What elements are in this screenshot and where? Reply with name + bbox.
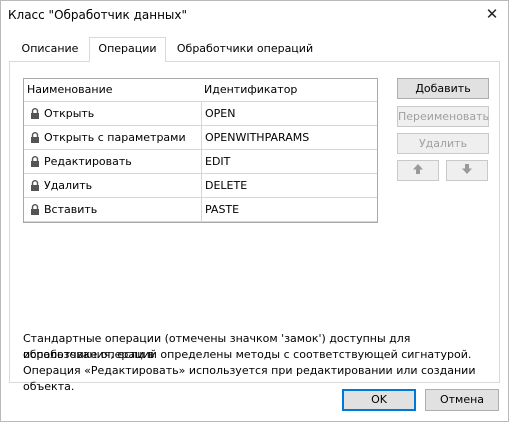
- ok-button[interactable]: OK: [342, 389, 416, 411]
- row-identifier: EDIT: [205, 155, 231, 168]
- info-text-line-3: Операция «Редактировать» используется пр…: [23, 364, 476, 393]
- row-name: Вставить: [44, 203, 98, 216]
- column-divider: [201, 101, 202, 222]
- tab-operations[interactable]: Операции: [89, 37, 166, 62]
- delete-button[interactable]: Удалить: [397, 133, 489, 154]
- tab-description[interactable]: Описание: [17, 38, 83, 60]
- row-identifier: OPEN: [205, 107, 236, 120]
- add-button[interactable]: Добавить: [397, 78, 489, 99]
- arrow-up-icon: [412, 163, 424, 178]
- lock-icon: [30, 132, 40, 143]
- info-text-line-2: обработчике операций определены методы с…: [23, 348, 472, 361]
- row-name: Удалить: [44, 179, 93, 192]
- operations-table: Наименование Идентификатор Открыть OPEN …: [23, 78, 378, 223]
- lock-icon: [30, 180, 40, 191]
- row-identifier: DELETE: [205, 179, 248, 192]
- window-title: Класс "Обработчик данных": [8, 8, 188, 22]
- row-identifier: PASTE: [205, 203, 240, 216]
- lock-icon: [30, 108, 40, 119]
- row-name: Открыть с параметрами: [44, 131, 186, 144]
- rename-button[interactable]: Переименовать: [397, 106, 489, 127]
- cancel-button[interactable]: Отмена: [425, 389, 499, 411]
- tab-strip: Описание Операции Обработчики операций: [9, 37, 499, 62]
- arrow-down-icon: [461, 163, 473, 178]
- column-header-name[interactable]: Наименование: [24, 79, 112, 101]
- row-identifier: OPENWITHPARAMS: [205, 131, 310, 144]
- column-header-identifier[interactable]: Идентификатор: [201, 79, 297, 101]
- table-header: Наименование Идентификатор: [24, 79, 377, 102]
- close-icon[interactable]: ✕: [478, 3, 506, 25]
- tab-operation-handlers[interactable]: Обработчики операций: [175, 38, 315, 60]
- move-up-button[interactable]: [397, 160, 439, 181]
- row-name: Редактировать: [44, 155, 132, 168]
- lock-icon: [30, 156, 40, 167]
- move-down-button[interactable]: [446, 160, 488, 181]
- row-name: Открыть: [44, 107, 95, 120]
- lock-icon: [30, 204, 40, 215]
